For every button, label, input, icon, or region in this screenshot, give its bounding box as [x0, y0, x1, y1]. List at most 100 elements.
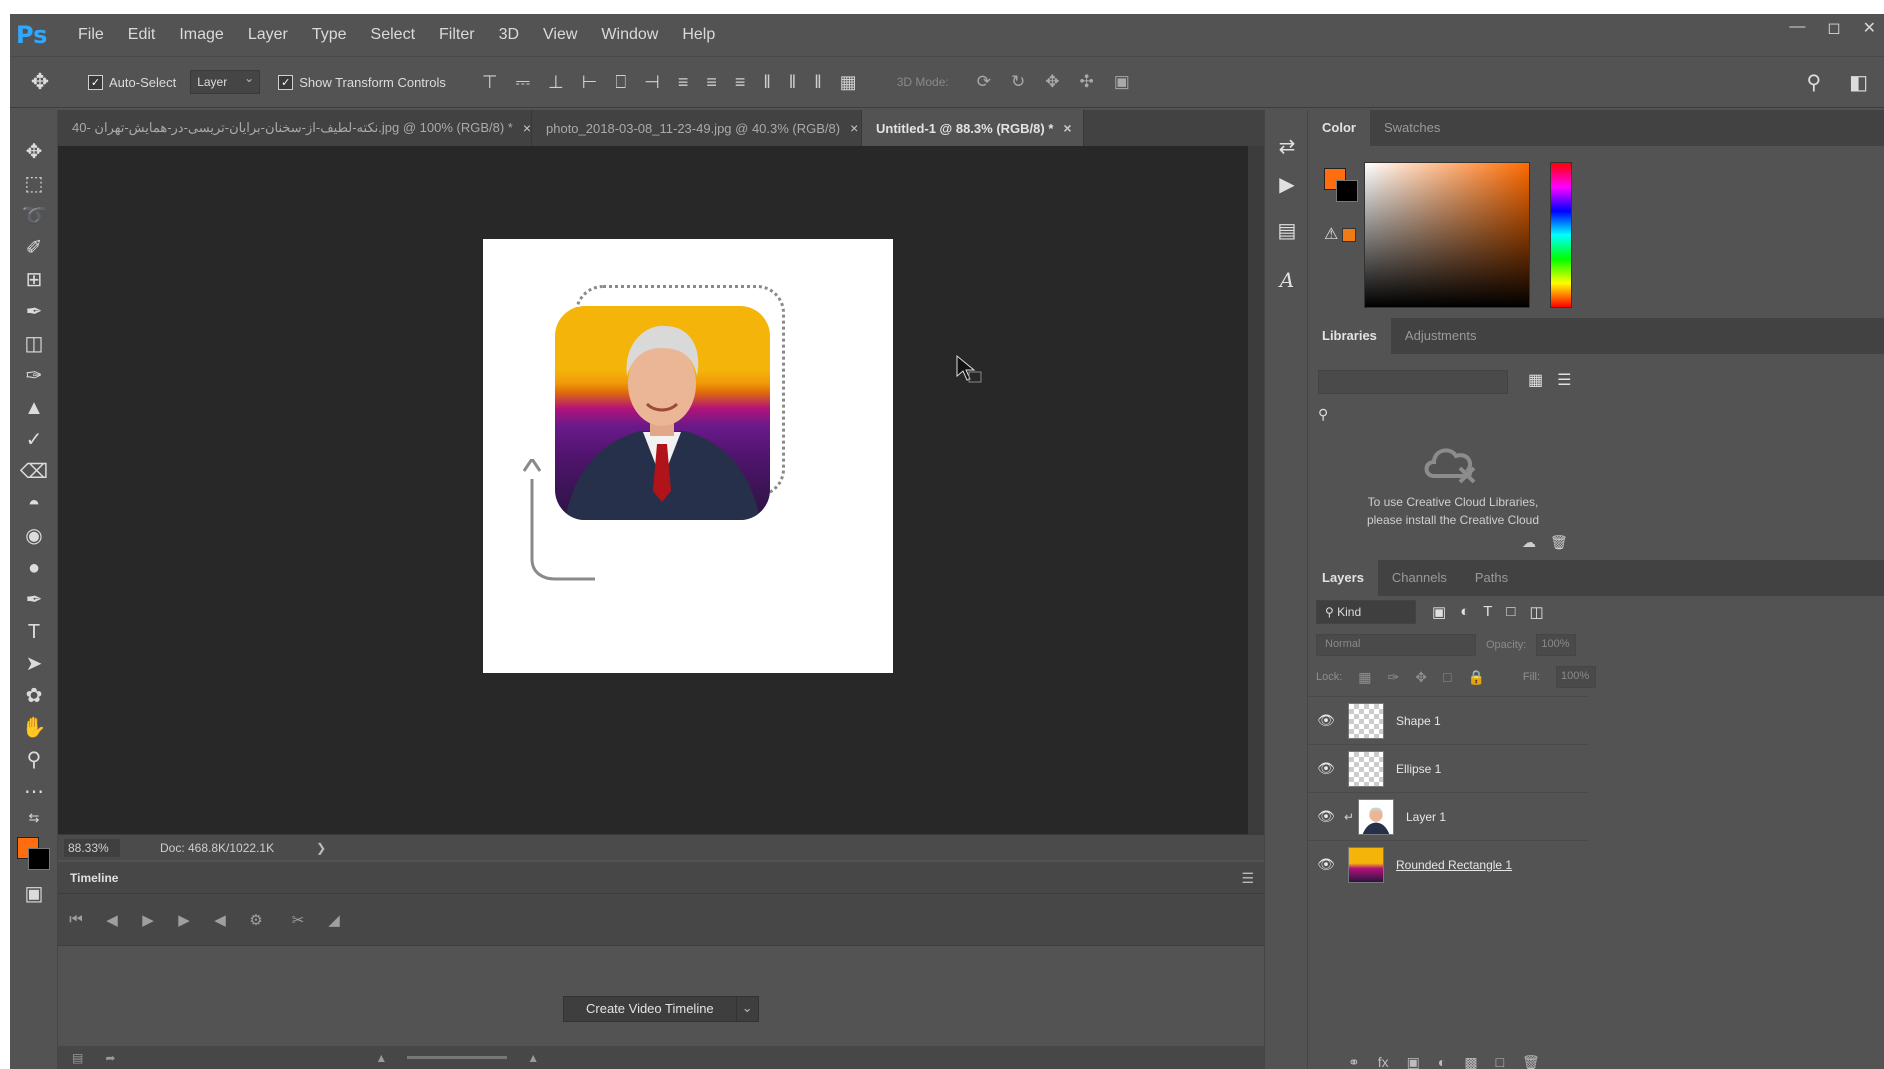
out-of-gamut-warning-icon[interactable]: ⚠ [1324, 224, 1338, 244]
tab-close-icon[interactable]: × [1063, 120, 1071, 136]
visibility-eye-icon[interactable]: 👁 [1308, 760, 1344, 777]
distribute-vertical-center-icon[interactable]: ≡ [706, 72, 717, 93]
path-selection-tool-icon[interactable]: ➤ [18, 650, 50, 678]
transition-icon[interactable]: ◢ [316, 911, 352, 929]
add-mask-icon[interactable]: ▣ [1407, 1054, 1420, 1069]
align-left-icon[interactable]: ⊢ [582, 72, 598, 93]
tab-document-3[interactable]: Untitled-1 @ 88.3% (RGB/8) * × [862, 110, 1084, 146]
close-icon[interactable]: ✕ [1863, 18, 1876, 38]
layer-style-fx-icon[interactable]: fx [1378, 1054, 1389, 1069]
eyedropper-tool-icon[interactable]: ✒ [18, 298, 50, 326]
gamut-correction-swatch[interactable] [1342, 228, 1356, 242]
align-right-icon[interactable]: ⊣ [644, 72, 660, 93]
more-tools-icon[interactable]: ⋯ [18, 778, 50, 806]
filter-kind-dropdown[interactable]: ⚲ Kind [1316, 600, 1416, 624]
lock-all-icon[interactable]: 🔒 [1467, 669, 1484, 686]
character-panel-icon[interactable]: A [1273, 268, 1301, 296]
timeline-zoom-slider[interactable] [407, 1056, 508, 1059]
render-video-icon[interactable]: ➦ [105, 1051, 115, 1065]
move-tool-icon[interactable]: ✥ [18, 138, 50, 166]
adjustment-layer-filter-icon[interactable]: ◐ [1460, 603, 1469, 621]
marquee-tool-icon[interactable]: ⬚ [18, 170, 50, 198]
tab-close-icon[interactable]: × [850, 120, 858, 136]
list-view-icon[interactable]: ☰ [1557, 370, 1571, 390]
previous-frame-icon[interactable]: ◀ [94, 911, 130, 929]
visibility-eye-icon[interactable]: 👁 [1308, 808, 1344, 825]
menu-filter[interactable]: Filter [427, 26, 487, 44]
visibility-eye-icon[interactable]: 👁 [1308, 712, 1344, 729]
menu-image[interactable]: Image [167, 26, 235, 44]
quick-select-tool-icon[interactable]: ✐ [18, 234, 50, 262]
distribute-left-icon[interactable]: ‖ [763, 72, 770, 93]
custom-shape-tool-icon[interactable]: ✿ [18, 682, 50, 710]
tab-adjustments[interactable]: Adjustments [1391, 318, 1491, 354]
fill-field[interactable]: 100% [1556, 666, 1597, 688]
tab-swatches[interactable]: Swatches [1370, 110, 1454, 146]
panel-menu-icon[interactable]: ☰ [1241, 870, 1254, 887]
minimize-icon[interactable]: — [1789, 18, 1805, 38]
layer-row[interactable]: 👁 Shape 1 [1308, 696, 1588, 744]
trash-icon[interactable]: 🗑 [1522, 1054, 1540, 1069]
zoom-out-mountain-icon[interactable]: ▲ [375, 1051, 387, 1065]
menu-file[interactable]: File [66, 26, 116, 44]
distribute-horizontal-center-icon[interactable]: ‖ [789, 72, 796, 93]
grid-view-icon[interactable]: ▦ [1528, 370, 1543, 390]
align-bottom-icon[interactable]: ⊥ [548, 72, 564, 93]
menu-type[interactable]: Type [300, 26, 359, 44]
trash-icon[interactable]: 🗑 [1550, 534, 1568, 551]
next-frame-icon[interactable]: ▶ [166, 911, 202, 929]
type-tool-icon[interactable]: T [18, 618, 50, 646]
link-layers-icon[interactable]: ⚭ [1348, 1054, 1360, 1069]
adjustment-layer-icon[interactable]: ◐ [1438, 1054, 1446, 1069]
color-picker-field[interactable] [1364, 162, 1530, 308]
layer-row[interactable]: 👁 Ellipse 1 [1308, 744, 1588, 792]
roll-3d-icon[interactable]: ↻ [1011, 72, 1025, 92]
history-panel-icon[interactable]: ⇄ [1273, 134, 1301, 162]
create-video-timeline-button[interactable]: Create Video Timeline [563, 996, 737, 1022]
menu-edit[interactable]: Edit [116, 26, 168, 44]
dodge-tool-icon[interactable]: ● [18, 554, 50, 582]
menu-layer[interactable]: Layer [236, 26, 300, 44]
color-panel-background-swatch[interactable] [1336, 180, 1358, 202]
slide-3d-icon[interactable]: ✣ [1079, 72, 1093, 92]
swap-colors-icon[interactable]: ⇆ [18, 804, 50, 832]
play-icon[interactable]: ▶ [130, 911, 166, 929]
brush-tool-icon[interactable]: ✑ [18, 362, 50, 390]
properties-panel-icon[interactable]: ▤ [1273, 218, 1301, 246]
orbit-3d-icon[interactable]: ⟳ [977, 72, 991, 92]
lock-image-pixels-icon[interactable]: ✑ [1388, 669, 1400, 686]
status-menu-arrow-icon[interactable]: ❯ [316, 841, 326, 855]
convert-frames-icon[interactable]: ▤ [72, 1051, 83, 1065]
blend-mode-dropdown[interactable]: Normal [1316, 634, 1476, 656]
workspace-icon[interactable]: ◧ [1849, 70, 1868, 95]
visibility-eye-icon[interactable]: 👁 [1308, 856, 1344, 873]
align-top-icon[interactable]: ⊤ [482, 72, 498, 93]
library-dropdown[interactable] [1318, 370, 1508, 394]
new-group-folder-icon[interactable]: ▩ [1464, 1054, 1477, 1069]
healing-brush-tool-icon[interactable]: ◫ [18, 330, 50, 358]
new-layer-icon[interactable]: □ [1496, 1054, 1504, 1069]
paint-bucket-tool-icon[interactable]: ◓ [18, 490, 50, 518]
tab-document-1[interactable]: 40- نکته-لطیف-از-سخنان-برایان-تریسی-در-ه… [58, 110, 532, 146]
distribute-top-icon[interactable]: ≡ [678, 72, 689, 93]
lock-transparent-pixels-icon[interactable]: ▦ [1358, 669, 1371, 686]
auto-select-checkbox[interactable]: ✓ Auto-Select [88, 74, 176, 90]
tab-channels[interactable]: Channels [1378, 560, 1461, 596]
align-vertical-center-icon[interactable]: ⎓ [516, 72, 530, 93]
search-icon[interactable]: ⚲ [1806, 70, 1821, 95]
menu-view[interactable]: View [531, 26, 589, 44]
auto-select-target-dropdown[interactable]: Layer [190, 70, 261, 94]
distribute-right-icon[interactable]: ‖ [814, 72, 821, 93]
tab-layers[interactable]: Layers [1308, 560, 1378, 596]
pixel-layer-filter-icon[interactable]: ▣ [1432, 603, 1446, 621]
zoom-tool-icon[interactable]: ⚲ [18, 746, 50, 774]
actions-play-icon[interactable]: ▶ [1273, 172, 1301, 200]
opacity-field[interactable]: 100% [1536, 634, 1577, 656]
layer-row[interactable]: 👁 Rounded Rectangle 1 [1308, 840, 1588, 888]
tab-document-2[interactable]: photo_2018-03-08_11-23-49.jpg @ 40.3% (R… [532, 110, 862, 146]
tab-paths[interactable]: Paths [1461, 560, 1522, 596]
menu-3d[interactable]: 3D [487, 26, 531, 44]
shape-layer-filter-icon[interactable]: □ [1506, 603, 1515, 621]
tab-close-icon[interactable]: × [523, 120, 531, 136]
menu-help[interactable]: Help [670, 26, 727, 44]
